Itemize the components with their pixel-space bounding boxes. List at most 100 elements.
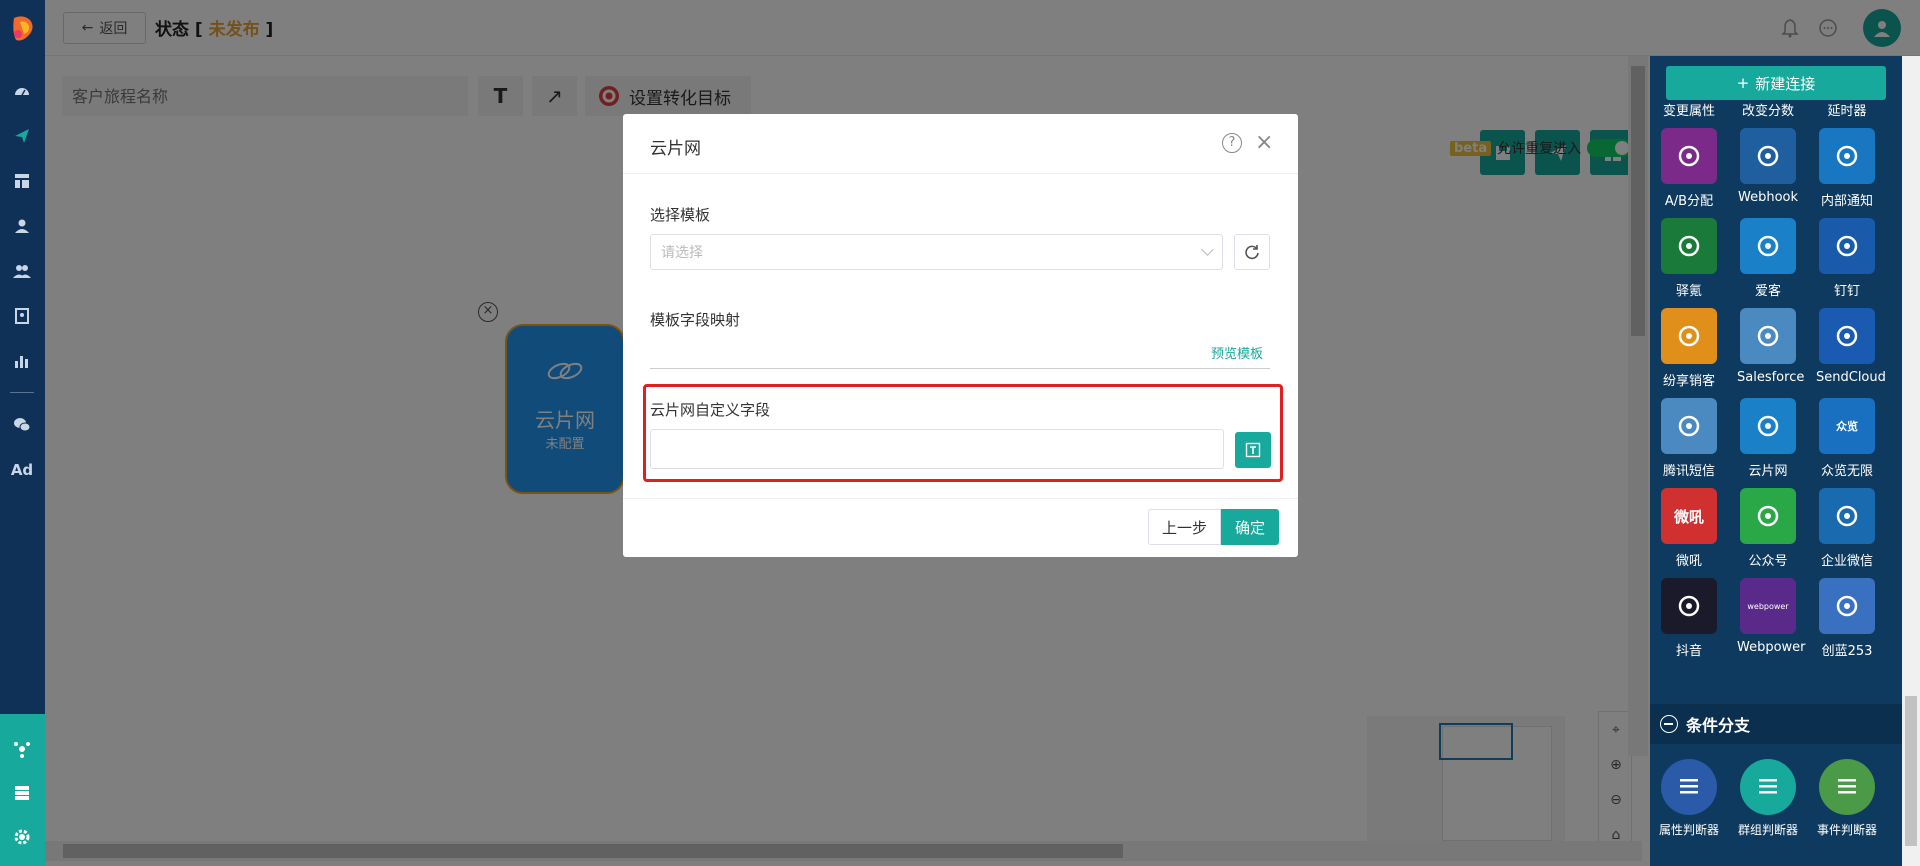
server-icon[interactable] — [11, 782, 33, 804]
fxiaoke-icon — [1661, 308, 1717, 364]
tile-chuanglan[interactable]: 创蓝253 — [1816, 578, 1878, 659]
condition-section-title: 条件分支 — [1686, 716, 1751, 735]
wechat-nav-icon[interactable] — [11, 414, 33, 436]
tile-label: SendCloud — [1816, 370, 1886, 385]
cond-tile-label: 属性判断器 — [1658, 823, 1719, 837]
template-select[interactable]: 请选择 — [650, 234, 1223, 270]
tile-aike[interactable]: 爱客 — [1737, 218, 1799, 299]
modal-header: 云片网 ? × — [623, 114, 1298, 174]
config-modal: 云片网 ? × 选择模板 请选择 模板字段映射 预览模板 云片网自定义字段 上一… — [623, 114, 1298, 557]
chevron-down-icon — [1201, 243, 1214, 256]
layout-icon[interactable] — [11, 170, 33, 192]
tile-label: 延时器 — [1827, 104, 1867, 119]
cond-tile-edit[interactable]: 属性判断器 — [1658, 759, 1720, 838]
modal-footer-divider — [623, 498, 1298, 499]
cond-tile-label: 群组判断器 — [1737, 823, 1798, 837]
tile-label: 企业微信 — [1820, 554, 1873, 569]
select-template-label: 选择模板 — [650, 206, 711, 224]
ab-split-icon — [1661, 128, 1717, 184]
tile-label: Webhook — [1737, 190, 1799, 205]
tile-fxiaoke[interactable]: 纷享销客 — [1658, 308, 1720, 389]
cond-tile-label: 事件判断器 — [1816, 823, 1877, 837]
panel-header-overlay — [1650, 0, 1920, 56]
tile-bell[interactable]: 内部通知 — [1816, 128, 1878, 209]
tile-cloud[interactable]: 腾讯短信 — [1658, 398, 1720, 479]
custom-field-input[interactable] — [650, 429, 1224, 469]
tile-label: 改变分数 — [1741, 104, 1794, 119]
header-overlay — [45, 0, 1650, 56]
tile-salesforce[interactable]: Salesforce — [1737, 308, 1805, 385]
condition-section-header[interactable]: 条件分支 — [1650, 704, 1902, 744]
tile-label: 腾讯短信 — [1662, 464, 1715, 479]
tile-label: 众览无限 — [1820, 464, 1873, 479]
webpower-icon: webpower — [1740, 578, 1796, 634]
network-icon[interactable] — [11, 738, 33, 760]
tile-label: 内部通知 — [1820, 194, 1873, 209]
preview-template-link[interactable]: 预览模板 — [1211, 343, 1263, 362]
modal-title: 云片网 — [650, 139, 701, 159]
douyin-icon — [1661, 578, 1717, 634]
confirm-button[interactable]: 确定 — [1221, 509, 1279, 545]
help-icon[interactable]: ? — [1222, 133, 1242, 153]
app-root: Ad ← 返回 状态 [ 未发布 ] T ↗ — [0, 0, 1920, 866]
tile-ab-split[interactable]: A/B分配 — [1658, 128, 1720, 209]
tile-wecom[interactable]: 企业微信 — [1816, 488, 1878, 569]
tile-label: 公众号 — [1748, 554, 1788, 569]
cond-tile-list[interactable]: 事件判断器 — [1816, 759, 1878, 838]
weihou-icon: 微吼 — [1661, 488, 1717, 544]
bell-icon — [1819, 128, 1875, 184]
tile-douyin[interactable]: 抖音 — [1658, 578, 1720, 659]
edit-icon — [1661, 759, 1717, 815]
tile-webpower[interactable]: webpower Webpower — [1737, 578, 1806, 655]
salesforce-icon — [1740, 308, 1796, 364]
left-nav: Ad — [0, 0, 45, 866]
tile-label: Salesforce — [1737, 370, 1805, 385]
tile-weihou[interactable]: 微吼 微吼 — [1658, 488, 1720, 569]
close-icon[interactable]: × — [1255, 130, 1273, 155]
new-connection-label: 新建连接 — [1755, 74, 1816, 93]
gear-icon[interactable] — [11, 826, 33, 848]
collapse-icon — [1660, 715, 1678, 733]
new-connection-button[interactable]: + 新建连接 — [1666, 66, 1886, 100]
ad-nav-icon[interactable]: Ad — [11, 459, 33, 481]
tile-sendcloud[interactable]: SendCloud — [1816, 308, 1886, 385]
panel-scrollbar[interactable] — [1902, 56, 1920, 866]
bookmark-icon[interactable] — [11, 305, 33, 327]
insert-variable-button[interactable] — [1235, 432, 1271, 468]
tile-wechat[interactable]: 公众号 — [1737, 488, 1799, 569]
tile-dingtalk[interactable]: 钉钉 — [1816, 218, 1878, 299]
tile-spider[interactable]: 驿氪 — [1658, 218, 1720, 299]
list-icon — [1819, 759, 1875, 815]
tile-label: 驿氪 — [1675, 284, 1702, 299]
tile-label: 抖音 — [1675, 644, 1702, 659]
component-panel: 变更属性 改变分数 延时器 A/B分配 Webhook 内部通知驿氪 爱客 钉钉纷享销客 Sal… — [1650, 56, 1902, 866]
previous-step-button[interactable]: 上一步 — [1148, 509, 1221, 545]
spider-icon — [1661, 218, 1717, 274]
users-group-icon[interactable] — [11, 260, 33, 282]
group-user-icon — [1740, 759, 1796, 815]
user-icon[interactable] — [11, 215, 33, 237]
wechat-icon — [1740, 488, 1796, 544]
tile-label: 爱客 — [1754, 284, 1781, 299]
nav-divider — [10, 392, 34, 393]
app-logo-icon — [13, 16, 33, 41]
tile-label: 变更属性 — [1662, 104, 1715, 119]
tile-label: Webpower — [1737, 640, 1806, 655]
tile-zhonglan[interactable]: 众览 众览无限 — [1816, 398, 1878, 479]
field-mapping-label: 模板字段映射 — [650, 311, 741, 329]
webpower-mini-text: webpower — [1747, 601, 1789, 611]
cond-tile-group-user[interactable]: 群组判断器 — [1737, 759, 1799, 838]
bar-chart-icon[interactable] — [11, 350, 33, 372]
tile-webhook[interactable]: Webhook — [1737, 128, 1799, 205]
webhook-icon — [1740, 128, 1796, 184]
template-select-placeholder: 请选择 — [661, 245, 703, 261]
tile-yunpian[interactable]: 云片网 — [1737, 398, 1799, 479]
send-icon[interactable] — [11, 125, 33, 147]
refresh-icon — [1245, 245, 1259, 260]
dashboard-icon[interactable] — [11, 80, 33, 102]
sendcloud-icon — [1819, 308, 1875, 364]
refresh-button[interactable] — [1234, 234, 1270, 270]
dingtalk-icon — [1819, 218, 1875, 274]
plus-icon: + — [1736, 74, 1750, 92]
weihou-glyph: 微吼 — [1673, 507, 1704, 526]
